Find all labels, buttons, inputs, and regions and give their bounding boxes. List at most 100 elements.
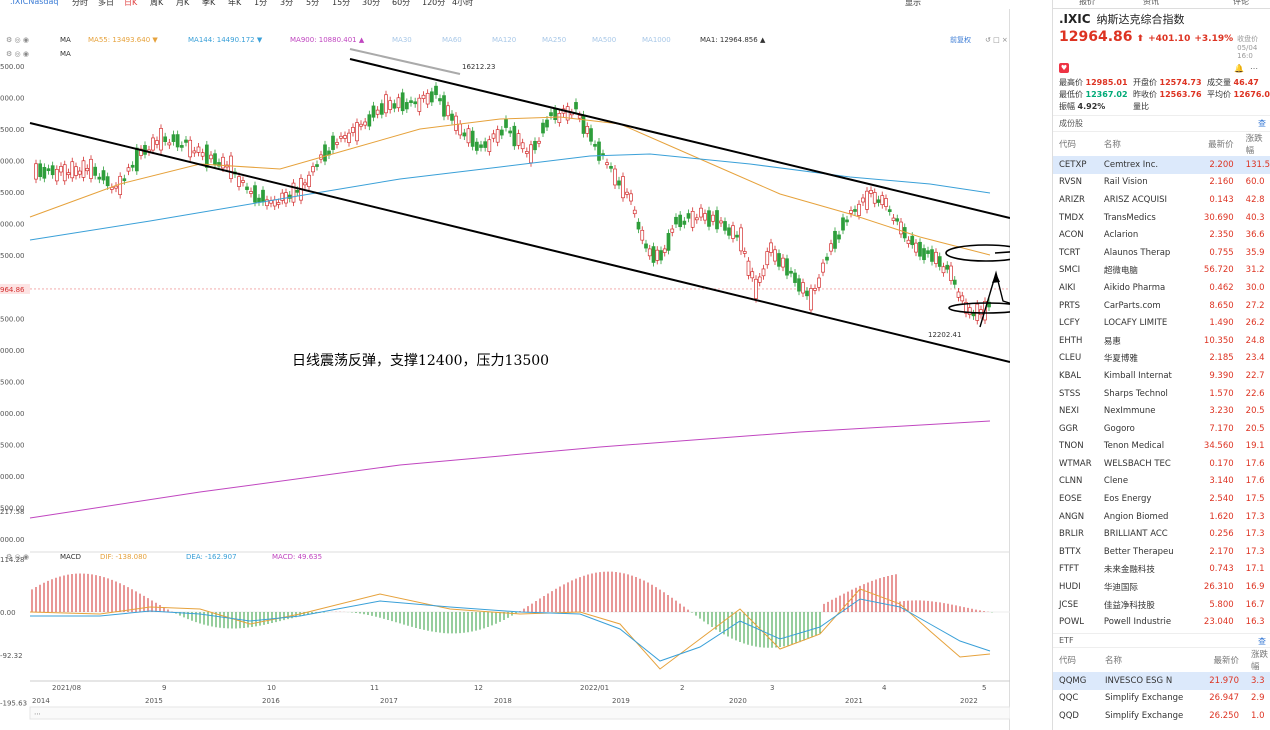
- tab-quote[interactable]: 报价: [1079, 0, 1095, 7]
- candle: [429, 91, 434, 103]
- candle: [887, 209, 892, 212]
- table-row[interactable]: QQD Simplify Exchange 26.250 1.0: [1053, 707, 1270, 725]
- col-name[interactable]: 名称: [1098, 132, 1198, 156]
- table-row[interactable]: AIKI Aikido Pharma 0.462 30.0: [1053, 279, 1270, 297]
- settings-icon: ⚙ ◎ ◉: [6, 36, 29, 44]
- period-4[interactable]: 月K: [176, 0, 189, 8]
- table-row[interactable]: CLNN Clene 3.140 17.6: [1053, 473, 1270, 491]
- cell-change: 17.6: [1245, 458, 1265, 469]
- chart-area[interactable]: ⚙ ◎ ◉ MA MA55: 13493.640 ▼ MA144: 14490.172…: [0, 9, 1010, 730]
- cell-name: 未来金融科技: [1103, 565, 1155, 576]
- macd-dif-label: DIF: -138.080: [100, 553, 147, 561]
- table-row[interactable]: POWL Powell Industrie 23.040 16.3: [1053, 613, 1270, 631]
- more-link[interactable]: 查: [1258, 118, 1266, 129]
- period-14[interactable]: 4小时: [452, 0, 473, 8]
- kline-chart[interactable]: ⚙ ◎ ◉ MA MA55: 13493.640 ▼ MA144: 14490.172…: [0, 9, 1010, 730]
- cell-price: 23.040: [1203, 617, 1234, 628]
- table-row[interactable]: TMDX TransMedics 30.690 40.3: [1053, 209, 1270, 227]
- table-row[interactable]: BRLIR BRILLIANT ACC 0.256 17.3: [1053, 525, 1270, 543]
- table-row[interactable]: QQC Simplify Exchange 26.947 2.9: [1053, 690, 1270, 708]
- candle: [801, 282, 805, 294]
- table-row[interactable]: NEXI NexImmune 3.230 20.5: [1053, 402, 1270, 420]
- candle: [291, 182, 296, 203]
- col-change[interactable]: 涨跌幅: [1238, 132, 1270, 156]
- symbol-selector[interactable]: .IXICNasdaq: [10, 0, 58, 6]
- table-row[interactable]: EHTH 易惠 10.350 24.8: [1053, 332, 1270, 350]
- table-row[interactable]: SMCI 超微电脑 56.720 31.2: [1053, 262, 1270, 280]
- period-5[interactable]: 季K: [202, 0, 215, 8]
- candle: [130, 164, 135, 168]
- col-price[interactable]: 最新价: [1198, 132, 1238, 156]
- col-code[interactable]: 代码: [1053, 648, 1099, 672]
- table-row[interactable]: KBAL Kimball Internat 9.390 22.7: [1053, 367, 1270, 385]
- cell-name: Rail Vision: [1103, 177, 1148, 188]
- cell-change: 16.7: [1245, 599, 1265, 610]
- scroll-handle: ⋯: [34, 710, 41, 718]
- heart-icon[interactable]: ♥: [1059, 63, 1069, 73]
- candle: [70, 161, 75, 179]
- bell-icon[interactable]: 🔔: [1234, 64, 1244, 73]
- cell-name: Clene: [1103, 476, 1129, 487]
- left-price-tick: 000.00: [0, 95, 25, 103]
- candle: [442, 95, 446, 117]
- period-3[interactable]: 周K: [150, 0, 163, 8]
- year-tick: 2019: [612, 697, 630, 705]
- table-row[interactable]: ANGN Angion Biomed 1.620 17.3: [1053, 508, 1270, 526]
- period-13[interactable]: 120分: [422, 0, 445, 8]
- period-7[interactable]: 1分: [254, 0, 267, 8]
- table-row[interactable]: LCFY LOCAFY LIMITE 1.490 26.2: [1053, 314, 1270, 332]
- col-price[interactable]: 最新价: [1203, 648, 1243, 672]
- table-row[interactable]: GGR Gogoro 7.170 20.5: [1053, 420, 1270, 438]
- period-10[interactable]: 15分: [332, 0, 350, 8]
- period-12[interactable]: 60分: [392, 0, 410, 8]
- period-11[interactable]: 30分: [362, 0, 380, 8]
- period-1[interactable]: 多日: [98, 0, 114, 8]
- more-link[interactable]: 查: [1258, 636, 1266, 647]
- period-0[interactable]: 分时: [72, 0, 88, 8]
- year-tick: 2015: [145, 697, 163, 705]
- stat-item: 成交量 46.47: [1207, 78, 1259, 87]
- table-row[interactable]: FTFT 未来金融科技 0.743 17.1: [1053, 561, 1270, 579]
- table-row[interactable]: JCSE 佳益净科技股 5.800 16.7: [1053, 596, 1270, 614]
- candle: [793, 272, 797, 283]
- cell-price: 30.690: [1203, 212, 1234, 223]
- col-code[interactable]: 代码: [1053, 132, 1098, 156]
- candle: [77, 170, 82, 175]
- candle: [813, 288, 817, 291]
- table-row[interactable]: EOSE Eos Energy 2.540 17.5: [1053, 490, 1270, 508]
- table-row[interactable]: CETXP Cemtrex Inc. 2.200 131.5: [1053, 156, 1270, 174]
- col-change[interactable]: 涨跌幅: [1243, 648, 1270, 672]
- period-9[interactable]: 5分: [306, 0, 319, 8]
- candle: [640, 229, 645, 241]
- table-row[interactable]: HUDI 华迪国际 26.310 16.9: [1053, 578, 1270, 596]
- table-row[interactable]: ACON Aclarion 2.350 36.6: [1053, 226, 1270, 244]
- table-row[interactable]: WTMAR WELSBACH TEC 0.170 17.6: [1053, 455, 1270, 473]
- table-row[interactable]: ARIZR ARISZ ACQUISI 0.143 42.8: [1053, 191, 1270, 209]
- display-menu[interactable]: 显示: [905, 0, 921, 8]
- cell-name: NexImmune: [1103, 406, 1156, 417]
- candle: [261, 189, 265, 203]
- candle: [499, 129, 504, 136]
- more-icon[interactable]: ⋯: [1250, 64, 1258, 73]
- candle: [719, 220, 723, 224]
- table-row[interactable]: PRTS CarParts.com 8.650 27.2: [1053, 297, 1270, 315]
- col-name[interactable]: 名称: [1099, 648, 1203, 672]
- tab-comments[interactable]: 评论: [1233, 0, 1249, 7]
- table-row[interactable]: TCRT Alaunos Therap 0.755 35.9: [1053, 244, 1270, 262]
- period-2[interactable]: 日K: [124, 0, 137, 8]
- year-tick: 2017: [380, 697, 398, 705]
- period-6[interactable]: 年K: [228, 0, 241, 8]
- table-row[interactable]: TNON Tenon Medical 34.560 19.1: [1053, 438, 1270, 456]
- table-row[interactable]: CLEU 华夏博雅 2.185 23.4: [1053, 350, 1270, 368]
- left-price-tick: 500.00: [0, 189, 25, 197]
- macd-left-tick: 114.28: [0, 556, 25, 564]
- table-row[interactable]: QQMG INVESCO ESG N 21.970 3.3: [1053, 672, 1270, 690]
- table-row[interactable]: RVSN Rail Vision 2.160 60.0: [1053, 174, 1270, 192]
- period-8[interactable]: 3分: [280, 0, 293, 8]
- tab-news[interactable]: 资讯: [1143, 0, 1159, 7]
- time-tick: 3: [770, 684, 774, 692]
- table-row[interactable]: STSS Sharps Technol 1.570 22.6: [1053, 385, 1270, 403]
- table-row[interactable]: BTTX Better Therapeu 2.170 17.3: [1053, 543, 1270, 561]
- cell-price: 10.350: [1203, 335, 1234, 346]
- time-scrollbar[interactable]: [29, 706, 1010, 720]
